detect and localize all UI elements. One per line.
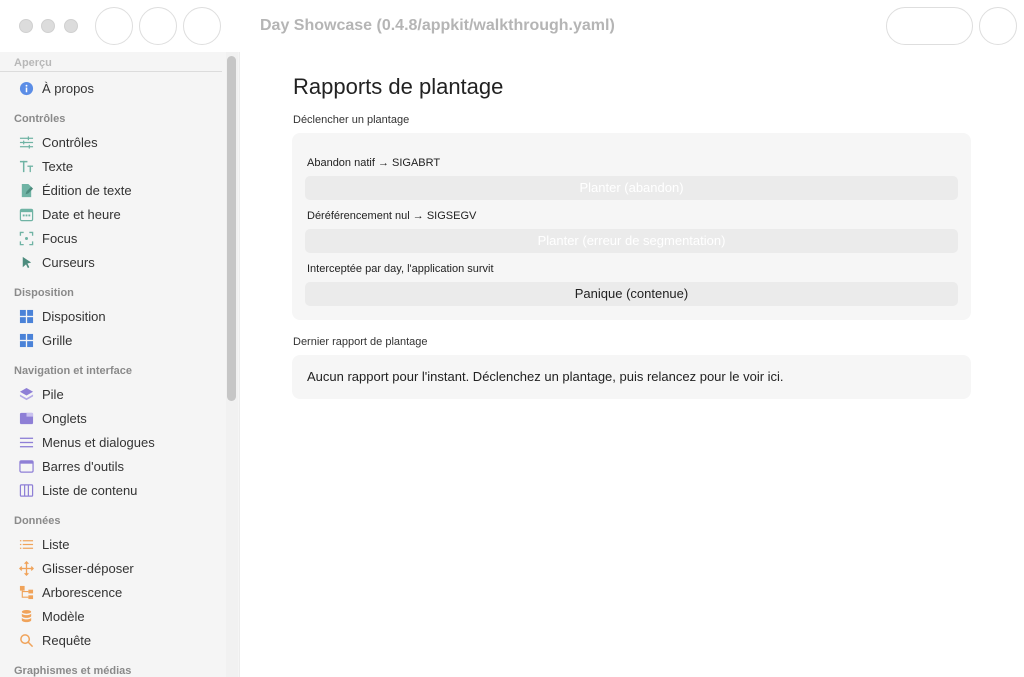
sidebar-item-focus[interactable]: Focus (0, 226, 226, 250)
sidebar-item-label: Arborescence (42, 584, 123, 600)
sidebar-item-label: Date et heure (42, 206, 121, 222)
info-icon (19, 81, 34, 96)
move-icon (19, 560, 34, 576)
toolbar-button-1[interactable] (95, 7, 133, 45)
sidebar-item-controles[interactable]: Contrôles (0, 130, 226, 154)
section-title-graphismes: Graphismes et médias (14, 665, 132, 677)
page-title: Rapports de plantage (293, 74, 504, 99)
toolbar-button-2[interactable] (139, 7, 177, 45)
crash-abort-button[interactable]: Planter (abandon) (305, 176, 958, 200)
toolbar-pill-button[interactable] (886, 7, 973, 45)
sidebar-item-label: Barres d'outils (42, 458, 124, 474)
tree-icon (19, 585, 34, 600)
sidebar-item-edition-de-texte[interactable]: Édition de texte (0, 178, 226, 202)
trigger-section-label: Déclencher un plantage (293, 114, 410, 126)
section-divider (0, 71, 222, 72)
sidebar-item-label: Liste (42, 536, 70, 552)
sidebar-item-texte[interactable]: Texte (0, 154, 226, 178)
report-text: Aucun rapport pour l'instant. Déclenchez… (307, 369, 784, 384)
zoom-window-button[interactable] (64, 19, 78, 33)
panic-contained-button[interactable]: Panique (contenue) (305, 282, 958, 306)
sidebar-item-requete[interactable]: Requête (0, 628, 226, 652)
sidebar-item-liste[interactable]: Liste (0, 532, 226, 556)
close-window-button[interactable] (19, 19, 33, 33)
sidebar-item-label: Édition de texte (42, 182, 132, 198)
sidebar-item-modele[interactable]: Modèle (0, 604, 226, 628)
database-icon (19, 609, 34, 624)
edit-document-icon (19, 183, 34, 198)
trigger-panel: Abandon natif → SIGABRT Planter (abandon… (292, 133, 971, 320)
tabs-icon (19, 411, 34, 426)
app-window: Day Showcase (0.4.8/appkit/walkthrough.y… (0, 0, 1024, 677)
calendar-icon (19, 207, 34, 222)
sidebar-item-label: À propos (42, 80, 95, 96)
sidebar-item-label: Contrôles (42, 134, 98, 150)
sidebar-item-pile[interactable]: Pile (0, 382, 226, 406)
sidebar-item-label: Glisser-déposer (42, 560, 134, 576)
sidebar-item-barres-d-outils[interactable]: Barres d'outils (0, 454, 226, 478)
sidebar-item-label: Grille (42, 332, 73, 348)
search-icon (19, 633, 34, 648)
section-title-controles: Contrôles (14, 113, 66, 125)
stack-icon (19, 387, 34, 402)
sidebar-item-liste-de-contenu[interactable]: Liste de contenu (0, 478, 226, 502)
sidebar-item-label: Texte (42, 158, 74, 174)
text-icon (19, 159, 34, 174)
menu-icon (19, 435, 34, 450)
sidebar-item-label: Modèle (42, 608, 85, 624)
window-title: Day Showcase (0.4.8/appkit/walkthrough.y… (260, 17, 615, 34)
sidebar-item-label: Requête (42, 632, 92, 648)
sidebar-item-disposition[interactable]: Disposition (0, 304, 226, 328)
sidebar-item-label: Focus (42, 230, 78, 246)
sidebar-item-label: Liste de contenu (42, 482, 138, 498)
sidebar-item-a-propos[interactable]: À propos (0, 76, 226, 100)
grid-icon (19, 333, 34, 348)
report-section-label: Dernier rapport de plantage (293, 336, 428, 348)
sidebar-item-grille[interactable]: Grille (0, 328, 226, 352)
list-icon (19, 537, 34, 552)
row-label-segfault: Déréférencement nul → SIGSEGV (307, 210, 477, 222)
sidebar: Aperçu À propos Contrôles Contrôles Text… (0, 52, 240, 677)
minimize-window-button[interactable] (41, 19, 55, 33)
section-title-navigation: Navigation et interface (14, 365, 132, 377)
sidebar-item-label: Onglets (42, 410, 87, 426)
sidebar-item-menus-et-dialogues[interactable]: Menus et dialogues (0, 430, 226, 454)
main-content: Rapports de plantage Déclencher un plant… (240, 52, 1024, 677)
sidebar-item-curseurs[interactable]: Curseurs (0, 250, 226, 274)
report-panel: Aucun rapport pour l'instant. Déclenchez… (292, 355, 971, 399)
columns-icon (19, 483, 34, 498)
layout-grid-icon (19, 309, 34, 324)
toolbar-button-3[interactable] (183, 7, 221, 45)
section-title-apercu: Aperçu (14, 57, 52, 69)
title-bar: Day Showcase (0.4.8/appkit/walkthrough.y… (0, 0, 1024, 52)
crash-segfault-button[interactable]: Planter (erreur de segmentation) (305, 229, 958, 253)
toolbar-button-4[interactable] (979, 7, 1017, 45)
sidebar-scrollbar-thumb[interactable] (227, 56, 236, 401)
sidebar-item-date-et-heure[interactable]: Date et heure (0, 202, 226, 226)
sliders-icon (19, 135, 34, 150)
focus-icon (19, 231, 34, 246)
sidebar-item-label: Disposition (42, 308, 106, 324)
section-title-disposition: Disposition (14, 287, 74, 299)
sidebar-item-label: Menus et dialogues (42, 434, 155, 450)
toolbar-icon (19, 459, 34, 474)
row-label-abort: Abandon natif → SIGABRT (307, 157, 441, 169)
section-title-donnees: Données (14, 515, 61, 527)
sidebar-list: Aperçu À propos Contrôles Contrôles Text… (0, 52, 226, 677)
cursor-icon (19, 255, 34, 270)
sidebar-item-onglets[interactable]: Onglets (0, 406, 226, 430)
sidebar-item-arborescence[interactable]: Arborescence (0, 580, 226, 604)
sidebar-item-label: Pile (42, 386, 64, 402)
sidebar-item-label: Curseurs (42, 254, 95, 270)
sidebar-item-glisser-deposer[interactable]: Glisser-déposer (0, 556, 226, 580)
row-label-panic: Interceptée par day, l'application survi… (307, 263, 494, 275)
